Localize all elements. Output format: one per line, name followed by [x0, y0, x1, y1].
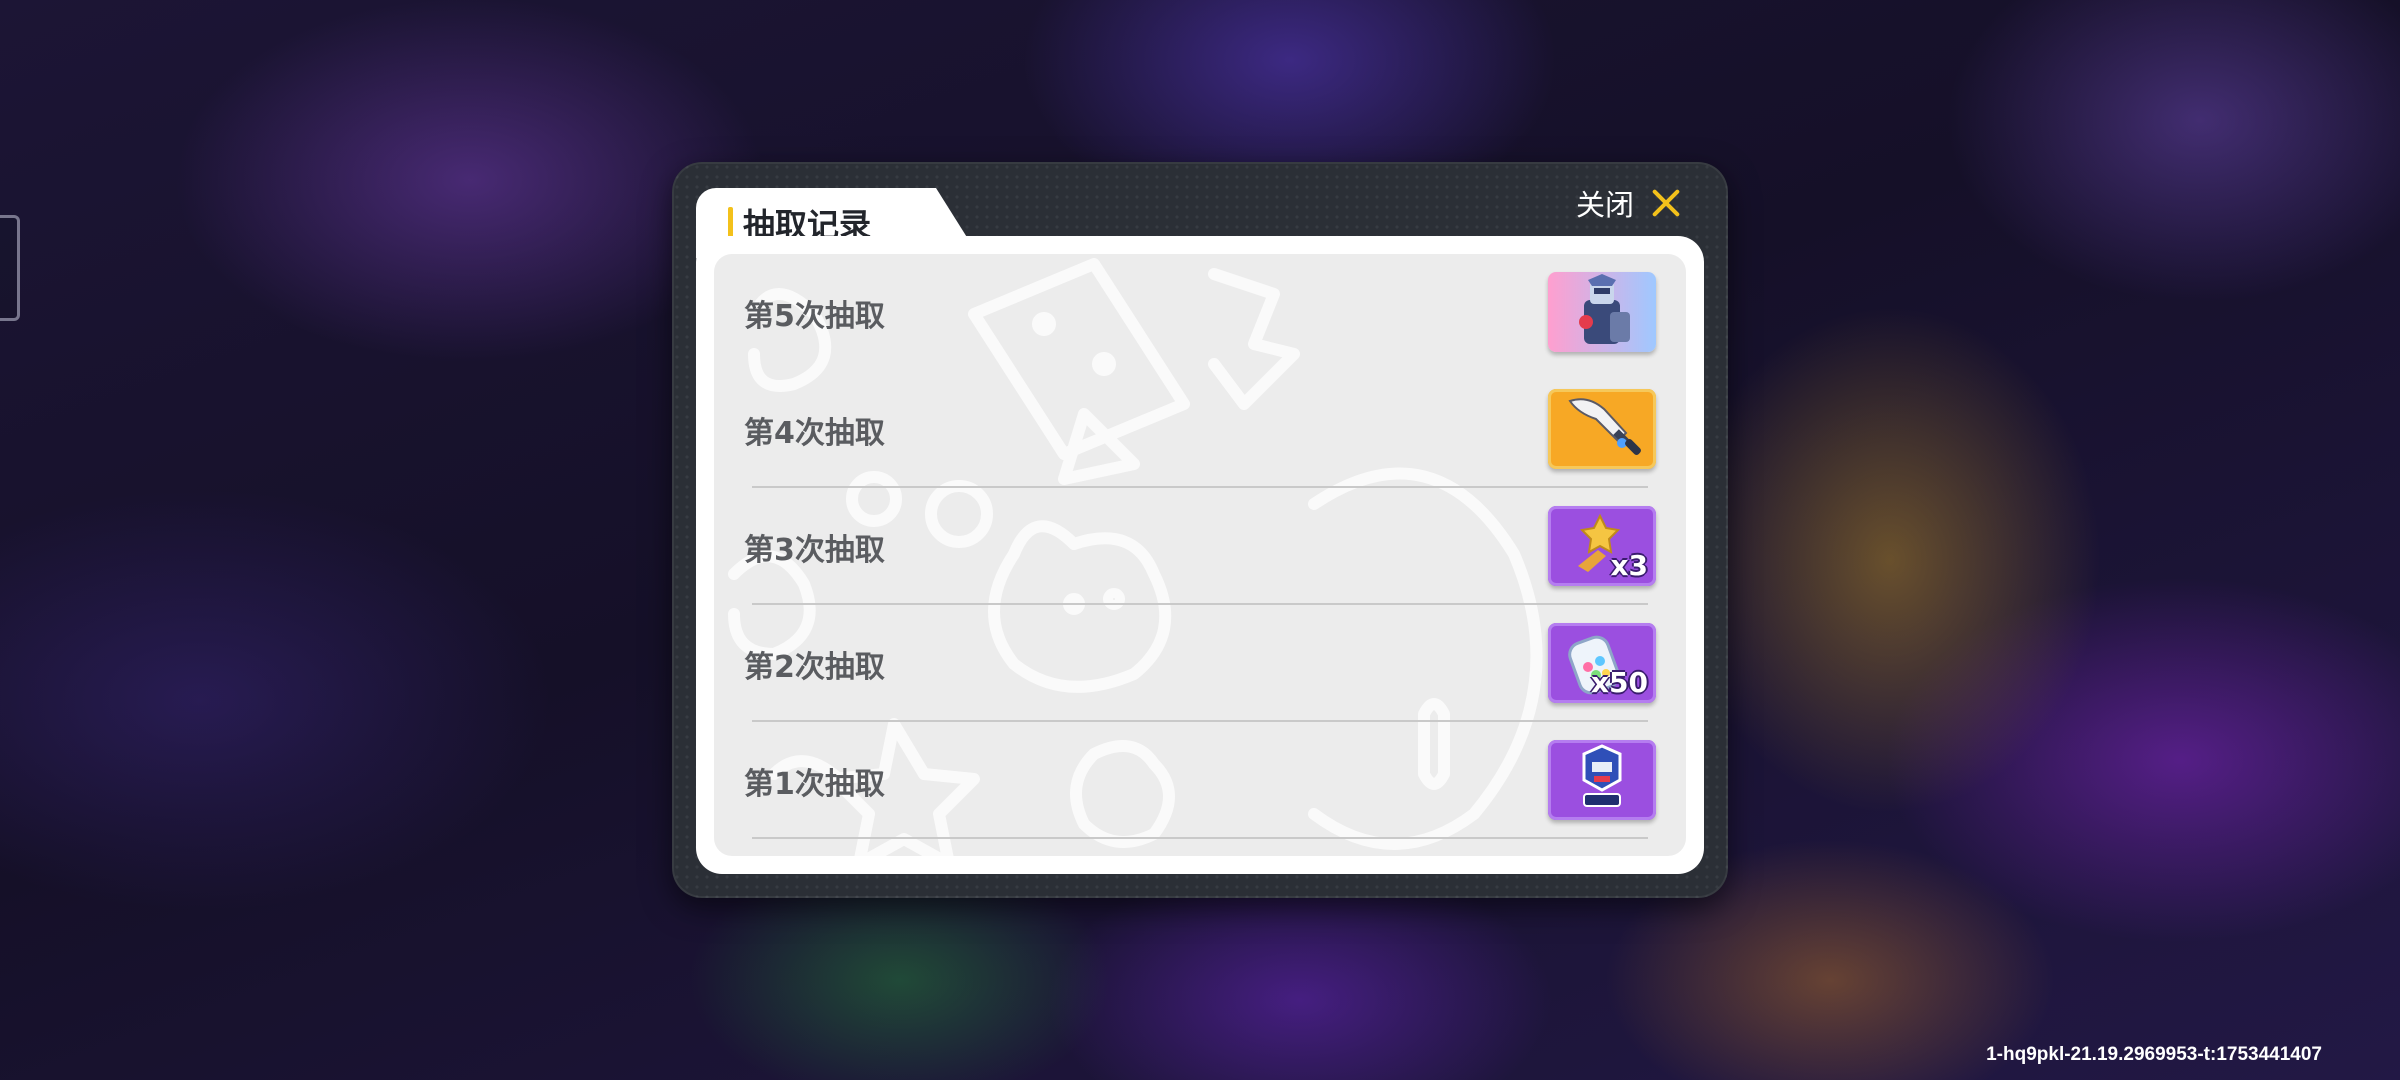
robot-head-icon: [1582, 744, 1622, 807]
record-row: 第1次抽取: [714, 722, 1686, 839]
reward-quantity: x50: [1590, 666, 1648, 699]
record-row: 第2次抽取 x50: [714, 605, 1686, 722]
reward-item-star-figure[interactable]: x3: [1548, 506, 1656, 586]
record-row: 第5次抽取: [714, 254, 1686, 371]
version-info-text: 1-hq9pkl-21.19.2969953-t:1753441407: [1986, 1044, 2322, 1065]
record-label: 第5次抽取: [744, 298, 885, 334]
reward-item-robot-hero[interactable]: [1548, 272, 1656, 352]
record-panel: 第5次抽取 第4次抽取 第3次抽取 x3 第2次抽取 x50 第1次抽取: [696, 236, 1704, 874]
record-label: 第3次抽取: [744, 532, 885, 568]
record-label: 第2次抽取: [744, 649, 885, 685]
close-button[interactable]: 关闭: [1576, 178, 1686, 228]
record-list-area: 第5次抽取 第4次抽取 第3次抽取 x3 第2次抽取 x50 第1次抽取: [714, 254, 1686, 856]
close-label: 关闭: [1575, 188, 1634, 222]
record-label: 第4次抽取: [744, 415, 885, 451]
robot-hero-icon: [1579, 274, 1630, 344]
sword-icon: [1568, 398, 1641, 455]
reward-quantity: x3: [1610, 549, 1648, 582]
record-row: 第4次抽取: [714, 371, 1686, 488]
record-list: 第5次抽取 第4次抽取 第3次抽取 x3 第2次抽取 x50 第1次抽取: [714, 254, 1686, 839]
record-label: 第1次抽取: [744, 766, 885, 802]
side-tab-edge[interactable]: [0, 215, 20, 321]
reward-item-candy-jar[interactable]: x50: [1548, 623, 1656, 703]
reward-item-robot-head[interactable]: [1548, 740, 1656, 820]
close-icon[interactable]: [1646, 183, 1686, 223]
reward-item-sword[interactable]: [1548, 389, 1656, 469]
record-row: 第3次抽取 x3: [714, 488, 1686, 605]
draw-record-dialog: 抽取记录 关闭 第5次抽取 第4次抽取 第3次抽取 x3 第2次抽取 x50 第…: [672, 162, 1728, 898]
